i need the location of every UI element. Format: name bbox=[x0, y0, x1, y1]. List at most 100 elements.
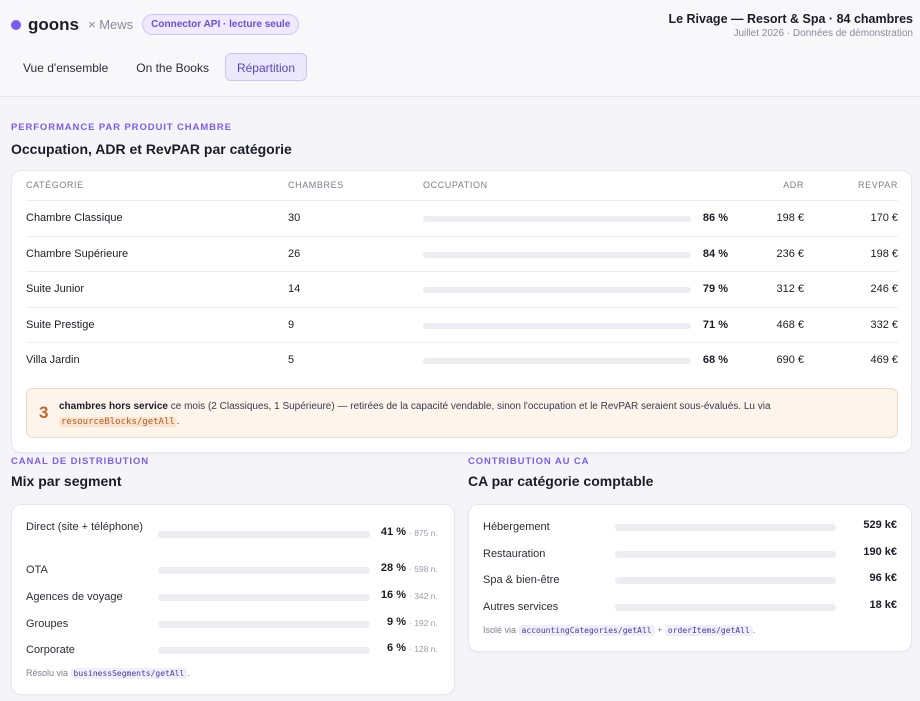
segment-pct: 16 % bbox=[380, 589, 406, 601]
revpar-value: 246 € bbox=[870, 283, 898, 295]
app-header: goons × Mews Connector API · lecture seu… bbox=[0, 0, 920, 97]
accounting-amount: 18 k€ bbox=[869, 598, 897, 611]
out-of-service-note: 3 chambres hors service ce mois (2 Class… bbox=[26, 388, 898, 438]
segment-pct: 41 % bbox=[380, 526, 406, 538]
segment-label: OTA bbox=[26, 564, 48, 576]
occupation-pct: 86 % bbox=[702, 212, 728, 224]
accounting-footer-code-1: accountingCategories/getAll bbox=[518, 625, 655, 636]
segment-bar-track bbox=[158, 594, 370, 601]
tab-bar: Vue d'ensemble On the Books Répartition bbox=[11, 53, 311, 81]
rooms-card: CATÉGORIE CHAMBRES OCCUPATION ADR REVPAR… bbox=[11, 170, 912, 453]
segment-pct: 9 % bbox=[387, 616, 406, 628]
occupation-pct: 84 % bbox=[702, 247, 728, 260]
table-row: Chambre Supérieure 26 84 % 236 € 198 € bbox=[26, 235, 898, 272]
table-row: Chambre Classique 30 86 % 198 € 170 € bbox=[26, 200, 898, 236]
table-row: Suite Prestige 9 71 % 468 € 332 € bbox=[26, 306, 898, 343]
segment-bar-track bbox=[158, 567, 370, 574]
accounting-footer-code-2: orderItems/getAll bbox=[664, 625, 753, 636]
room-count: 30 bbox=[288, 212, 301, 224]
accounting-amount: 190 k€ bbox=[863, 545, 897, 558]
tab-overview[interactable]: Vue d'ensemble bbox=[11, 53, 120, 81]
accounting-bar-track bbox=[615, 524, 836, 531]
occupation-bar-track bbox=[423, 358, 691, 364]
occupation-bar-track bbox=[423, 216, 691, 222]
segments-footer-end: . bbox=[187, 668, 190, 678]
revpar-value: 198 € bbox=[870, 247, 898, 260]
occupation-pct: 79 % bbox=[702, 283, 728, 295]
segment-pct: 28 % bbox=[380, 562, 406, 574]
col-adr: ADR bbox=[783, 180, 804, 190]
table-row: Suite Junior 14 79 % 312 € 246 € bbox=[26, 271, 898, 307]
accounting-footer-plus: + bbox=[657, 625, 663, 635]
accounting-label: Spa & bien-être bbox=[483, 574, 560, 586]
adr-value: 198 € bbox=[776, 212, 804, 224]
revpar-value: 469 € bbox=[870, 354, 898, 366]
table-row: Villa Jardin 5 68 % 690 € 469 € bbox=[26, 342, 898, 378]
tab-on-the-books[interactable]: On the Books bbox=[124, 53, 221, 81]
rooms-eyebrow: PERFORMANCE PAR PRODUIT CHAMBRE bbox=[11, 122, 232, 133]
segment-pct: 6 % bbox=[387, 642, 406, 654]
segment-count: · 875 n. bbox=[409, 528, 438, 538]
accounting-footer-prefix: Isolé via bbox=[483, 625, 517, 635]
category-name: Suite Junior bbox=[26, 283, 85, 295]
accounting-bar-track bbox=[615, 577, 836, 584]
segment-count: · 192 n. bbox=[409, 618, 438, 628]
segment-count: · 128 n. bbox=[409, 644, 438, 654]
adr-value: 468 € bbox=[776, 318, 804, 331]
accounting-label: Hébergement bbox=[483, 521, 550, 533]
col-occupation: OCCUPATION bbox=[423, 180, 488, 190]
category-name: Villa Jardin bbox=[26, 354, 80, 366]
out-of-service-count: 3 bbox=[39, 403, 49, 422]
segment-bar-track bbox=[158, 647, 370, 654]
accounting-label: Autres services bbox=[483, 600, 559, 613]
col-revpar: REVPAR bbox=[858, 180, 898, 190]
revpar-value: 170 € bbox=[870, 212, 898, 224]
accounting-label: Restauration bbox=[483, 547, 546, 560]
note-code: resourceBlocks/getAll bbox=[59, 417, 177, 427]
segments-card: Direct (site + téléphone) 41 % · 875 n. OTA… bbox=[11, 504, 455, 695]
segment-label: Agences de voyage bbox=[26, 591, 123, 603]
accounting-amount: 529 k€ bbox=[863, 519, 897, 531]
connector-badge: Connector API · lecture seule bbox=[142, 14, 300, 35]
revpar-value: 332 € bbox=[870, 318, 898, 331]
occupation-bar-track bbox=[423, 287, 691, 293]
segment-label: Direct (site + téléphone) bbox=[26, 521, 144, 533]
adr-value: 236 € bbox=[776, 247, 804, 260]
hotel-info: Le Rivage — Resort & Spa · 84 chambres J… bbox=[668, 12, 913, 39]
room-count: 5 bbox=[288, 354, 295, 366]
accounting-footer-end: . bbox=[752, 625, 756, 635]
partner-name: × Mews bbox=[88, 17, 134, 32]
segments-title: Mix par segment bbox=[11, 473, 122, 489]
out-of-service-text: chambres hors service ce mois (2 Classiq… bbox=[59, 399, 879, 430]
occupation-pct: 71 % bbox=[702, 318, 728, 331]
segment-bar-track bbox=[158, 531, 370, 538]
segment-bar-track bbox=[158, 621, 370, 628]
accounting-bar-track bbox=[615, 603, 836, 611]
hotel-subtitle: Juillet 2026 · Données de démonstration bbox=[733, 28, 913, 39]
tab-repartition[interactable]: Répartition bbox=[224, 53, 307, 81]
category-name: Chambre Supérieure bbox=[26, 247, 129, 260]
segments-eyebrow: CANAL DE DISTRIBUTION bbox=[11, 456, 150, 467]
occupation-pct: 68 % bbox=[702, 354, 728, 366]
segment-count: · 342 n. bbox=[409, 591, 438, 601]
adr-value: 690 € bbox=[776, 354, 804, 366]
accounting-title: CA par catégorie comptable bbox=[468, 473, 654, 489]
segments-footer: Résolu via businessSegments/getAll. bbox=[26, 668, 190, 679]
note-bold: chambres hors service bbox=[59, 401, 168, 412]
accounting-bar-track bbox=[615, 550, 836, 558]
segments-footer-prefix: Résolu via bbox=[26, 668, 69, 678]
segments-footer-code: businessSegments/getAll bbox=[70, 668, 188, 679]
brand: goons × Mews Connector API · lecture seu… bbox=[11, 14, 300, 35]
rooms-title: Occupation, ADR et RevPAR par catégorie bbox=[11, 141, 292, 157]
occupation-bar-track bbox=[423, 251, 691, 258]
segment-count: · 598 n. bbox=[409, 564, 438, 574]
accounting-card: Hébergement 529 k€ Restauration 190 k€ Spa &… bbox=[468, 504, 912, 652]
room-count: 26 bbox=[288, 247, 301, 260]
room-count: 9 bbox=[288, 318, 295, 331]
category-name: Chambre Classique bbox=[26, 212, 123, 224]
col-rooms: CHAMBRES bbox=[288, 180, 344, 190]
accounting-amount: 96 k€ bbox=[869, 572, 897, 584]
accounting-footer: Isolé via accountingCategories/getAll + … bbox=[483, 625, 756, 636]
brand-logo-dot bbox=[11, 19, 21, 30]
accounting-eyebrow: CONTRIBUTION AU CA bbox=[468, 456, 590, 467]
